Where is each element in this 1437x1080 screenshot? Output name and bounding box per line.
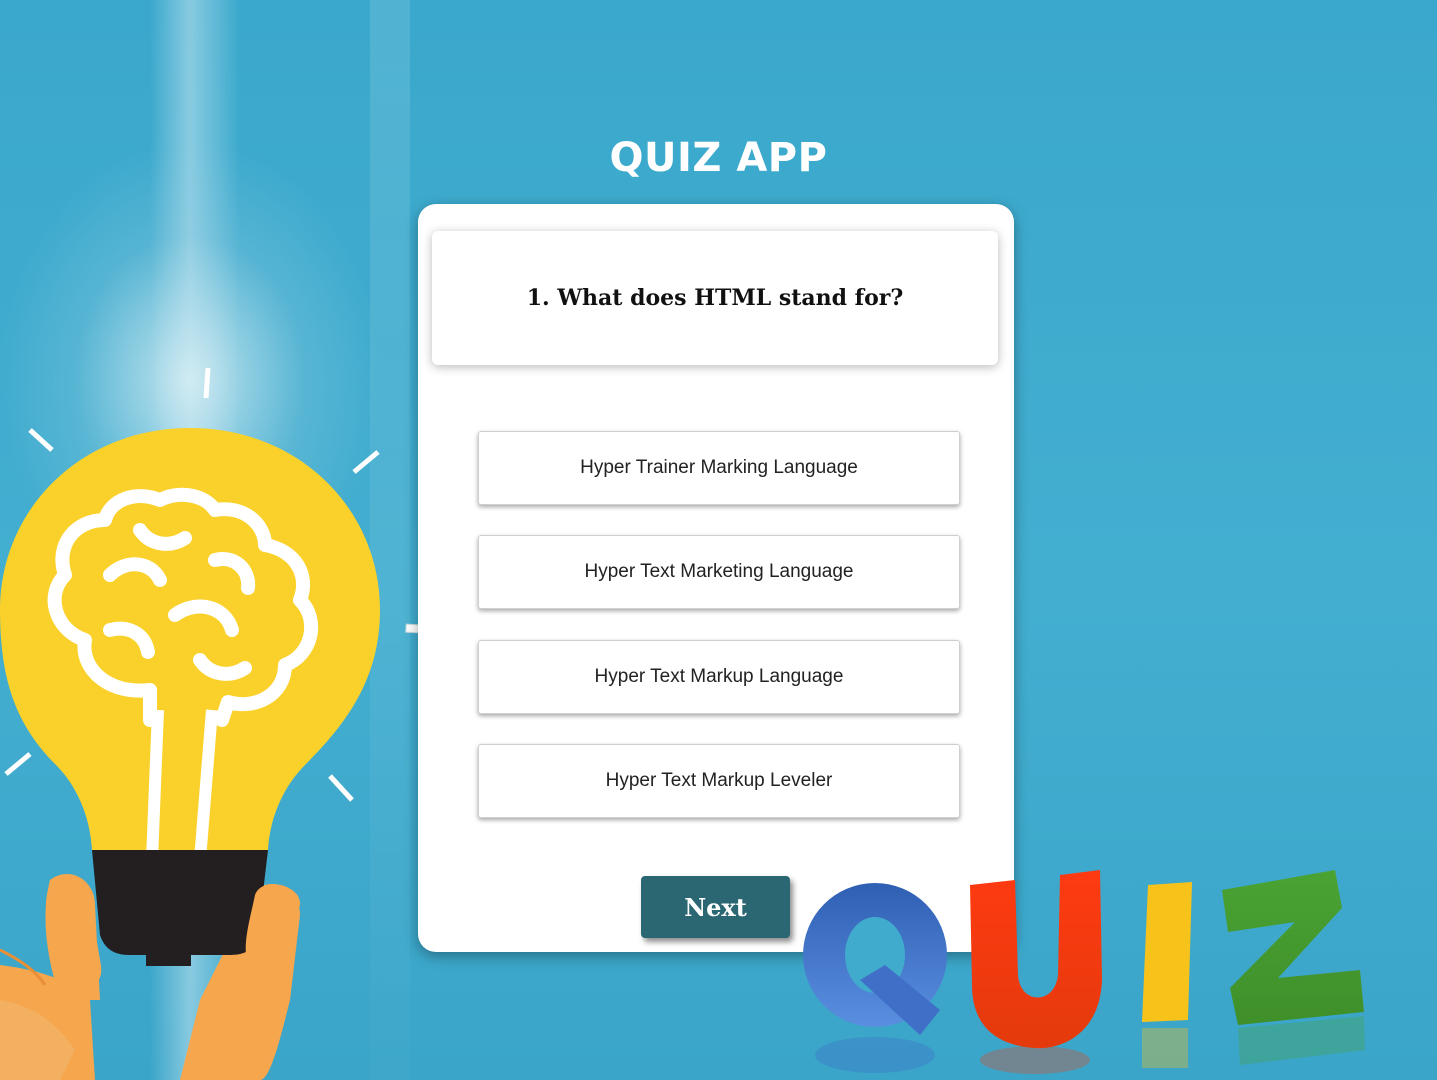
quiz-letters-logo: [803, 870, 1365, 1074]
option-1-button[interactable]: Hyper Trainer Marking Language: [478, 431, 960, 505]
quiz-letter-u: [970, 870, 1102, 1074]
question-box: 1. What does HTML stand for?: [432, 231, 998, 365]
quiz-letter-z: [1222, 870, 1365, 1065]
option-2-button[interactable]: Hyper Text Marketing Language: [478, 535, 960, 609]
option-3-button[interactable]: Hyper Text Markup Language: [478, 640, 960, 714]
quiz-letter-q: [803, 883, 947, 1073]
question-text: 1. What does HTML stand for?: [526, 285, 904, 311]
app-title: QUIZ APP: [609, 135, 828, 181]
lightbulb-brain-icon: [0, 367, 439, 1080]
quiz-letter-i: [1142, 882, 1192, 1068]
quiz-card: 1. What does HTML stand for? Hyper Train…: [418, 204, 1014, 952]
option-4-button[interactable]: Hyper Text Markup Leveler: [478, 744, 960, 818]
next-button[interactable]: Next: [641, 876, 790, 938]
